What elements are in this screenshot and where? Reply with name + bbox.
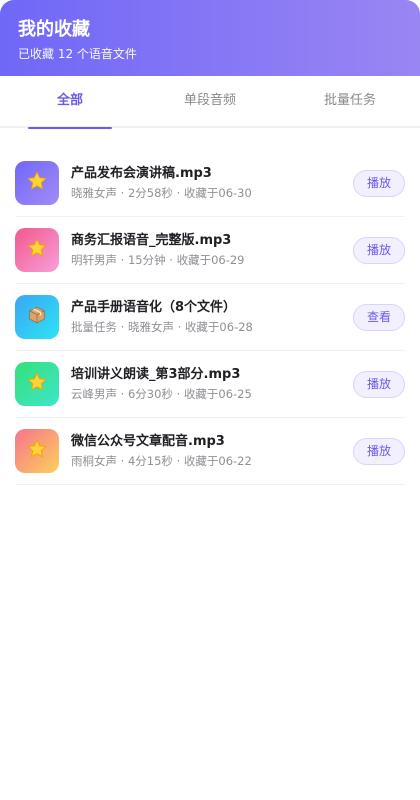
item-name: 产品手册语音化（8个文件） bbox=[71, 300, 237, 315]
tab-all[interactable]: 全部 bbox=[0, 75, 140, 127]
item-meta: 微信公众号文章配音.mp3 雨桐女声 · 4分15秒 · 收藏于06-22 bbox=[71, 433, 353, 469]
header: 我的收藏 已收藏 12 个语音文件 bbox=[0, 0, 420, 76]
favorites-screen: 我的收藏 已收藏 12 个语音文件 全部 单段音频 批量任务 产品发布会演讲稿.… bbox=[0, 0, 420, 800]
item-meta: 商务汇报语音_完整版.mp3 明轩男声 · 15分钟 · 收藏于06-29 bbox=[71, 232, 353, 268]
play-button[interactable]: 播放 bbox=[353, 236, 405, 264]
list-item[interactable]: 产品发布会演讲稿.mp3 晓雅女声 · 2分58秒 · 收藏于06-30 播放 bbox=[15, 150, 405, 217]
star-icon bbox=[26, 371, 48, 397]
star-icon bbox=[26, 438, 48, 464]
list-item[interactable]: 产品手册语音化（8个文件） 批量任务 · 晓雅女声 · 收藏于06-28 查看 bbox=[15, 284, 405, 351]
list-item[interactable]: 微信公众号文章配音.mp3 雨桐女声 · 4分15秒 · 收藏于06-22 播放 bbox=[15, 418, 405, 485]
item-info: 明轩男声 · 15分钟 · 收藏于06-29 bbox=[71, 253, 245, 267]
item-thumbnail bbox=[15, 228, 59, 272]
play-button[interactable]: 播放 bbox=[353, 437, 405, 465]
item-info: 云峰男声 · 6分30秒 · 收藏于06-25 bbox=[71, 387, 252, 401]
item-info: 晓雅女声 · 2分58秒 · 收藏于06-30 bbox=[71, 186, 252, 200]
tab-batch-tasks[interactable]: 批量任务 bbox=[280, 75, 420, 127]
item-meta: 产品发布会演讲稿.mp3 晓雅女声 · 2分58秒 · 收藏于06-30 bbox=[71, 165, 353, 201]
item-name: 产品发布会演讲稿.mp3 bbox=[71, 166, 212, 181]
play-button[interactable]: 播放 bbox=[353, 169, 405, 197]
item-name: 商务汇报语音_完整版.mp3 bbox=[71, 233, 232, 248]
item-thumbnail bbox=[15, 161, 59, 205]
package-icon bbox=[26, 304, 48, 330]
item-name: 培训讲义朗读_第3部分.mp3 bbox=[71, 367, 241, 382]
list-item[interactable]: 培训讲义朗读_第3部分.mp3 云峰男声 · 6分30秒 · 收藏于06-25 … bbox=[15, 351, 405, 418]
star-icon bbox=[26, 237, 48, 263]
play-button[interactable]: 播放 bbox=[353, 370, 405, 398]
item-thumbnail bbox=[15, 362, 59, 406]
item-info: 雨桐女声 · 4分15秒 · 收藏于06-22 bbox=[71, 454, 252, 468]
item-thumbnail bbox=[15, 429, 59, 473]
item-meta: 产品手册语音化（8个文件） 批量任务 · 晓雅女声 · 收藏于06-28 bbox=[71, 299, 353, 335]
page-subtitle: 已收藏 12 个语音文件 bbox=[18, 47, 137, 61]
page-title: 我的收藏 bbox=[18, 19, 90, 40]
favorites-list: 产品发布会演讲稿.mp3 晓雅女声 · 2分58秒 · 收藏于06-30 播放 … bbox=[0, 128, 420, 485]
item-name: 微信公众号文章配音.mp3 bbox=[71, 434, 225, 449]
item-thumbnail bbox=[15, 295, 59, 339]
view-button[interactable]: 查看 bbox=[353, 303, 405, 331]
item-info: 批量任务 · 晓雅女声 · 收藏于06-28 bbox=[71, 320, 253, 334]
list-item[interactable]: 商务汇报语音_完整版.mp3 明轩男声 · 15分钟 · 收藏于06-29 播放 bbox=[15, 217, 405, 284]
star-icon bbox=[26, 170, 48, 196]
tab-single-audio[interactable]: 单段音频 bbox=[140, 75, 280, 127]
item-meta: 培训讲义朗读_第3部分.mp3 云峰男声 · 6分30秒 · 收藏于06-25 bbox=[71, 366, 353, 402]
tab-bar: 全部 单段音频 批量任务 bbox=[0, 76, 420, 128]
